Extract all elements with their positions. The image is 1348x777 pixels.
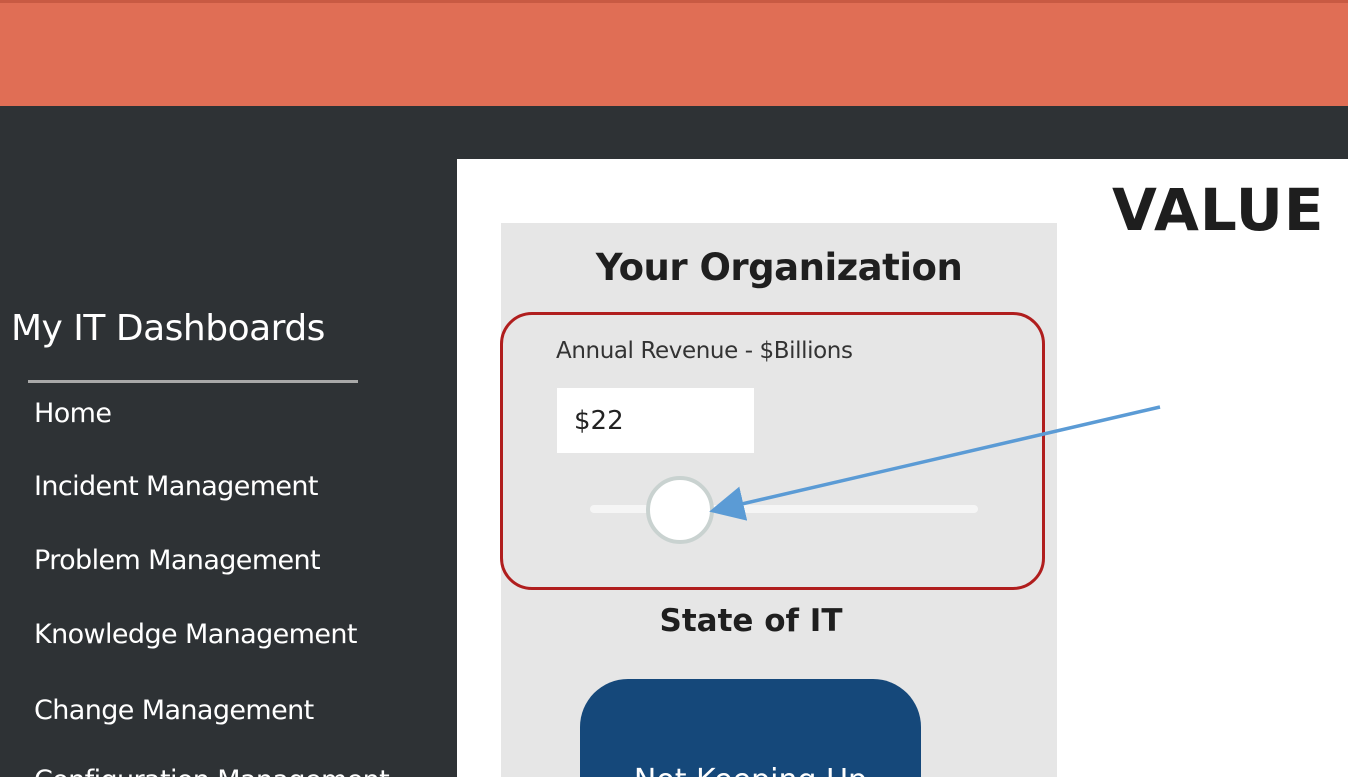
organization-title: Your Organization [595, 246, 963, 289]
highlight-callout-box [500, 312, 1045, 590]
sidebar-item-problem-management[interactable]: Problem Management [34, 545, 321, 576]
sidebar-item-configuration-management[interactable]: Configuration Management [34, 765, 390, 777]
sidebar-item-knowledge-management[interactable]: Knowledge Management [34, 619, 357, 650]
sidebar-item-home[interactable]: Home [34, 398, 112, 429]
state-of-it-button[interactable]: Not Keeping Up [580, 679, 921, 777]
sidebar-item-incident-management[interactable]: Incident Management [34, 471, 319, 502]
top-banner [0, 0, 1348, 106]
sidebar-divider [28, 380, 358, 383]
state-of-it-button-label: Not Keeping Up [580, 763, 921, 777]
sidebar-title: My IT Dashboards [11, 308, 325, 349]
state-of-it-title: State of IT [659, 603, 843, 639]
sidebar-item-change-management[interactable]: Change Management [34, 695, 314, 726]
page-heading: VALUE O [1112, 176, 1348, 244]
